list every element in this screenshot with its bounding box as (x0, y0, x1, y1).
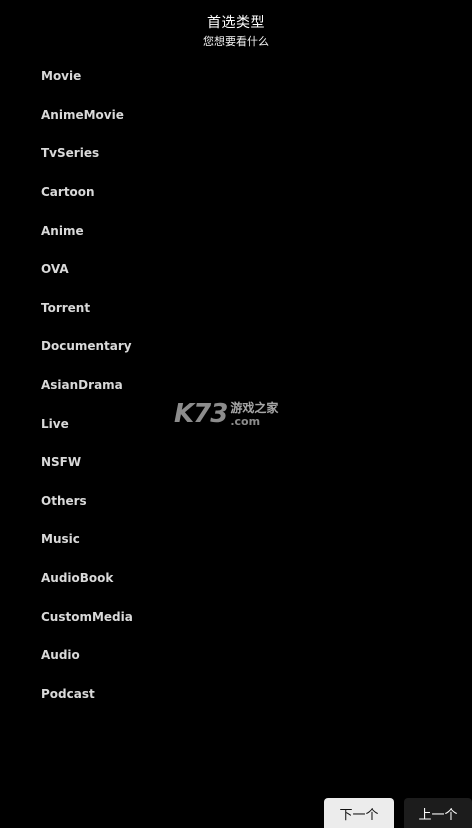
genre-item-animemovie[interactable]: AnimeMovie (0, 96, 472, 135)
genre-item-audiobook[interactable]: AudioBook (0, 559, 472, 598)
next-button[interactable]: 下一个 (324, 798, 394, 828)
genre-item-documentary[interactable]: Documentary (0, 327, 472, 366)
genre-item-tvseries[interactable]: TvSeries (0, 134, 472, 173)
page-subtitle: 您想要看什么 (203, 35, 269, 48)
header: 首选类型 您想要看什么 (0, 14, 472, 49)
genre-item-others[interactable]: Others (0, 482, 472, 521)
genre-item-nsfw[interactable]: NSFW (0, 443, 472, 482)
page-title: 首选类型 (207, 15, 265, 31)
genre-item-anime[interactable]: Anime (0, 211, 472, 250)
genre-list: Movie AnimeMovie TvSeries Cartoon Anime … (0, 57, 472, 713)
genre-item-custommedia[interactable]: CustomMedia (0, 597, 472, 636)
genre-item-audio[interactable]: Audio (0, 636, 472, 675)
genre-item-torrent[interactable]: Torrent (0, 289, 472, 328)
genre-item-music[interactable]: Music (0, 520, 472, 559)
genre-item-podcast[interactable]: Podcast (0, 675, 472, 714)
genre-item-cartoon[interactable]: Cartoon (0, 173, 472, 212)
genre-selection-screen: 首选类型 您想要看什么 Movie AnimeMovie TvSeries Ca… (0, 0, 472, 828)
genre-item-ova[interactable]: OVA (0, 250, 472, 289)
genre-item-live[interactable]: Live (0, 404, 472, 443)
genre-item-movie[interactable]: Movie (0, 57, 472, 96)
genre-item-asiandrama[interactable]: AsianDrama (0, 366, 472, 405)
previous-button[interactable]: 上一个 (404, 798, 472, 828)
